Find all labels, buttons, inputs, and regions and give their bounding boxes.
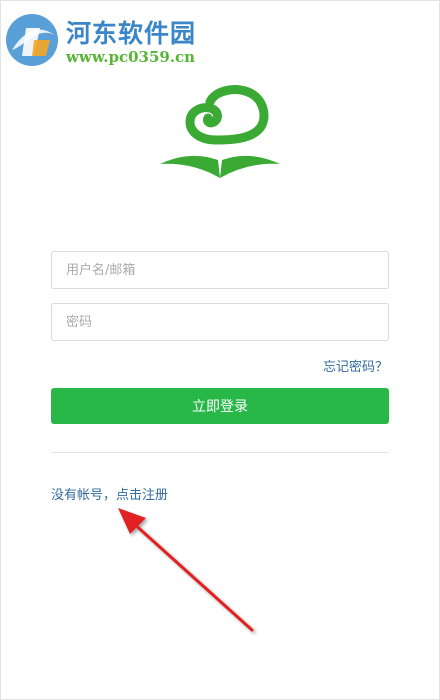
cloud-book-logo-icon [160, 85, 280, 178]
username-input[interactable] [51, 251, 389, 289]
password-input[interactable] [51, 303, 389, 341]
hedong-logo-icon [6, 14, 58, 66]
register-link[interactable]: 没有帐号，点击注册 [51, 484, 168, 503]
login-button[interactable]: 立即登录 [51, 388, 389, 424]
watermark-title: 河东软件园 [66, 19, 197, 48]
divider [51, 452, 389, 453]
watermark-url: www.pc0359.cn [66, 48, 196, 66]
forgot-password-link[interactable]: 忘记密码？ [323, 356, 388, 375]
watermark: 河东软件园 www.pc0359.cn [4, 8, 264, 74]
